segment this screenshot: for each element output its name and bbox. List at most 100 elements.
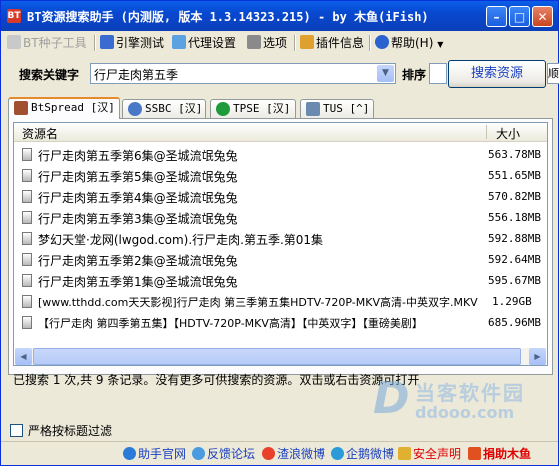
home-link-label: 助手官网	[138, 447, 187, 461]
tab-label: TUS [^]	[323, 102, 370, 115]
bt-tool-menu[interactable]: BT种子工具	[7, 34, 87, 52]
bottom-link-bar: 助手官网 反馈论坛 渣浪微博 企鹅微博 安全声明 捐助木鱼	[1, 441, 558, 466]
sort-label: 排序	[402, 68, 427, 82]
table-row[interactable]: 行尸走肉第五季第3集@圣城流氓兔兔 556.18MB	[14, 207, 547, 228]
proxy-menu[interactable]: 代理设置	[172, 34, 236, 52]
column-header-name[interactable]: 资源名	[22, 125, 58, 142]
security-link-label: 安全声明	[413, 447, 462, 461]
row-name: 行尸走肉第五季第2集@圣城流氓兔兔	[38, 254, 238, 268]
forum-link-label: 反馈论坛	[207, 447, 256, 461]
truncated-button[interactable]: 顺	[547, 63, 559, 84]
tab-label: SSBC [汉]	[145, 102, 203, 115]
engine-tabs: BtSpread [汉] SSBC [汉] TPSE [汉] TUS [^]	[8, 97, 553, 119]
column-header-size[interactable]: 大小	[496, 125, 520, 142]
engine-test-label: 引擎测试	[116, 36, 165, 50]
file-icon	[22, 295, 32, 308]
tab-label: TPSE [汉]	[233, 102, 291, 115]
help-label: 帮助(H)	[391, 36, 434, 50]
close-button[interactable]: ✕	[532, 6, 553, 27]
gift-icon	[468, 447, 481, 460]
sort-select[interactable]	[429, 63, 447, 84]
puzzle-icon	[300, 35, 314, 49]
file-icon	[22, 232, 32, 245]
results-list[interactable]: 资源名 大小 行尸走肉第五季第6集@圣城流氓兔兔 563.78MB 行尸走肉第五季…	[13, 122, 548, 366]
row-name: 梦幻天堂·龙网(lwgod.com).行尸走肉.第五季.第01集	[38, 233, 324, 247]
table-row[interactable]: [www.tthdd.com天天影视]行尸走肉 第三季第五集HDTV-720P-…	[14, 291, 547, 312]
file-icon	[22, 316, 32, 329]
dropdown-arrow-icon[interactable]: ▼	[377, 65, 394, 82]
options-label: 选项	[263, 36, 288, 50]
security-link[interactable]: 安全声明	[398, 445, 461, 463]
search-button[interactable]: 搜索资源	[448, 60, 546, 88]
table-row[interactable]: 行尸走肉第五季第4集@圣城流氓兔兔 570.82MB	[14, 186, 547, 207]
scrollbar-thumb[interactable]	[33, 348, 521, 365]
security-icon	[398, 447, 411, 460]
table-row[interactable]: 行尸走肉第五季第6集@圣城流氓兔兔 563.78MB	[14, 144, 547, 165]
penguin-icon	[331, 447, 344, 460]
file-icon	[22, 169, 32, 182]
plugin-info-menu[interactable]: 插件信息	[300, 34, 364, 52]
weibo-link-label: 渣浪微博	[277, 447, 326, 461]
forum-link[interactable]: 反馈论坛	[192, 445, 255, 463]
row-size: 570.82MB	[488, 190, 541, 203]
chevron-down-icon: ▼	[437, 40, 444, 49]
row-name: 行尸走肉第五季第3集@圣城流氓兔兔	[38, 212, 238, 226]
tab-tus[interactable]: TUS [^]	[300, 99, 374, 118]
help-menu[interactable]: 帮助(H) ▼	[375, 34, 443, 52]
options-menu[interactable]: 选项	[247, 34, 287, 52]
gear-icon	[247, 35, 261, 49]
file-icon	[22, 253, 32, 266]
forum-icon	[192, 447, 205, 460]
toolbar: BT种子工具 引擎测试 代理设置 选项 插件信息 帮助(H) ▼	[2, 32, 557, 54]
row-size: 592.64MB	[488, 253, 541, 266]
keyword-combobox[interactable]: 行尸走肉第五季 ▼	[90, 63, 396, 84]
horizontal-scrollbar[interactable]: ◀ ▶	[15, 348, 546, 365]
engine-icon	[100, 35, 114, 49]
home-icon	[123, 447, 136, 460]
maximize-button[interactable]: □	[509, 6, 530, 27]
donate-link-label: 捐助木鱼	[483, 447, 532, 461]
proxy-label: 代理设置	[188, 36, 237, 50]
title-bar[interactable]: BT BT资源搜索助手 (内测版, 版本 1.3.14323.215) - by…	[1, 1, 558, 31]
toolbar-separator	[294, 35, 296, 51]
row-name: 行尸走肉第五季第1集@圣城流氓兔兔	[38, 275, 238, 289]
keyword-label: 搜索关键字	[19, 68, 80, 82]
row-name: 行尸走肉第五季第4集@圣城流氓兔兔	[38, 191, 238, 205]
penguin-weibo-link[interactable]: 企鹅微博	[331, 445, 394, 463]
tab-ssbc[interactable]: SSBC [汉]	[122, 99, 206, 118]
home-link[interactable]: 助手官网	[123, 445, 186, 463]
strict-filter-checkbox[interactable]: 严格按标题过滤	[10, 422, 112, 439]
checkbox-label: 严格按标题过滤	[28, 424, 113, 438]
table-row[interactable]: 【行尸走肉 第四季第五集】【HDTV-720P-MKV高清】【中英双字】【重磅美…	[14, 312, 547, 333]
tab-label: BtSpread [汉]	[31, 101, 115, 114]
engine-test-menu[interactable]: 引擎测试	[100, 34, 164, 52]
row-size: 556.18MB	[488, 211, 541, 224]
scroll-left-icon[interactable]: ◀	[15, 348, 32, 365]
table-row[interactable]: 梦幻天堂·龙网(lwgod.com).行尸走肉.第五季.第01集 592.88MB	[14, 228, 547, 249]
keyword-value[interactable]: 行尸走肉第五季	[94, 66, 178, 83]
wrench-icon	[7, 35, 21, 49]
btspread-icon	[14, 101, 28, 115]
tab-tpse[interactable]: TPSE [汉]	[210, 99, 296, 118]
table-row[interactable]: 行尸走肉第五季第5集@圣城流氓兔兔 551.65MB	[14, 165, 547, 186]
checkbox-icon[interactable]	[10, 424, 23, 437]
file-icon	[22, 211, 32, 224]
table-row[interactable]: 行尸走肉第五季第1集@圣城流氓兔兔 595.67MB	[14, 270, 547, 291]
row-size: 1.29GB	[492, 295, 532, 308]
row-name: 【行尸走肉 第四季第五集】【HDTV-720P-MKV高清】【中英双字】【重磅美…	[38, 317, 423, 330]
row-size: 563.78MB	[488, 148, 541, 161]
scroll-right-icon[interactable]: ▶	[529, 348, 546, 365]
donate-link[interactable]: 捐助木鱼	[468, 445, 531, 463]
proxy-icon	[172, 35, 186, 49]
watermark-title: 当客软件园	[415, 381, 525, 405]
star-icon	[216, 102, 230, 116]
weibo-link[interactable]: 渣浪微博	[262, 445, 325, 463]
tab-btspread[interactable]: BtSpread [汉]	[8, 97, 120, 119]
minimize-button[interactable]: –	[486, 6, 507, 27]
row-size: 592.88MB	[488, 232, 541, 245]
help-icon	[375, 35, 389, 49]
column-divider[interactable]	[486, 125, 487, 139]
table-row[interactable]: 行尸走肉第五季第2集@圣城流氓兔兔 592.64MB	[14, 249, 547, 270]
watermark-url: ddooo.com	[415, 403, 515, 422]
app-icon: BT	[7, 9, 21, 23]
